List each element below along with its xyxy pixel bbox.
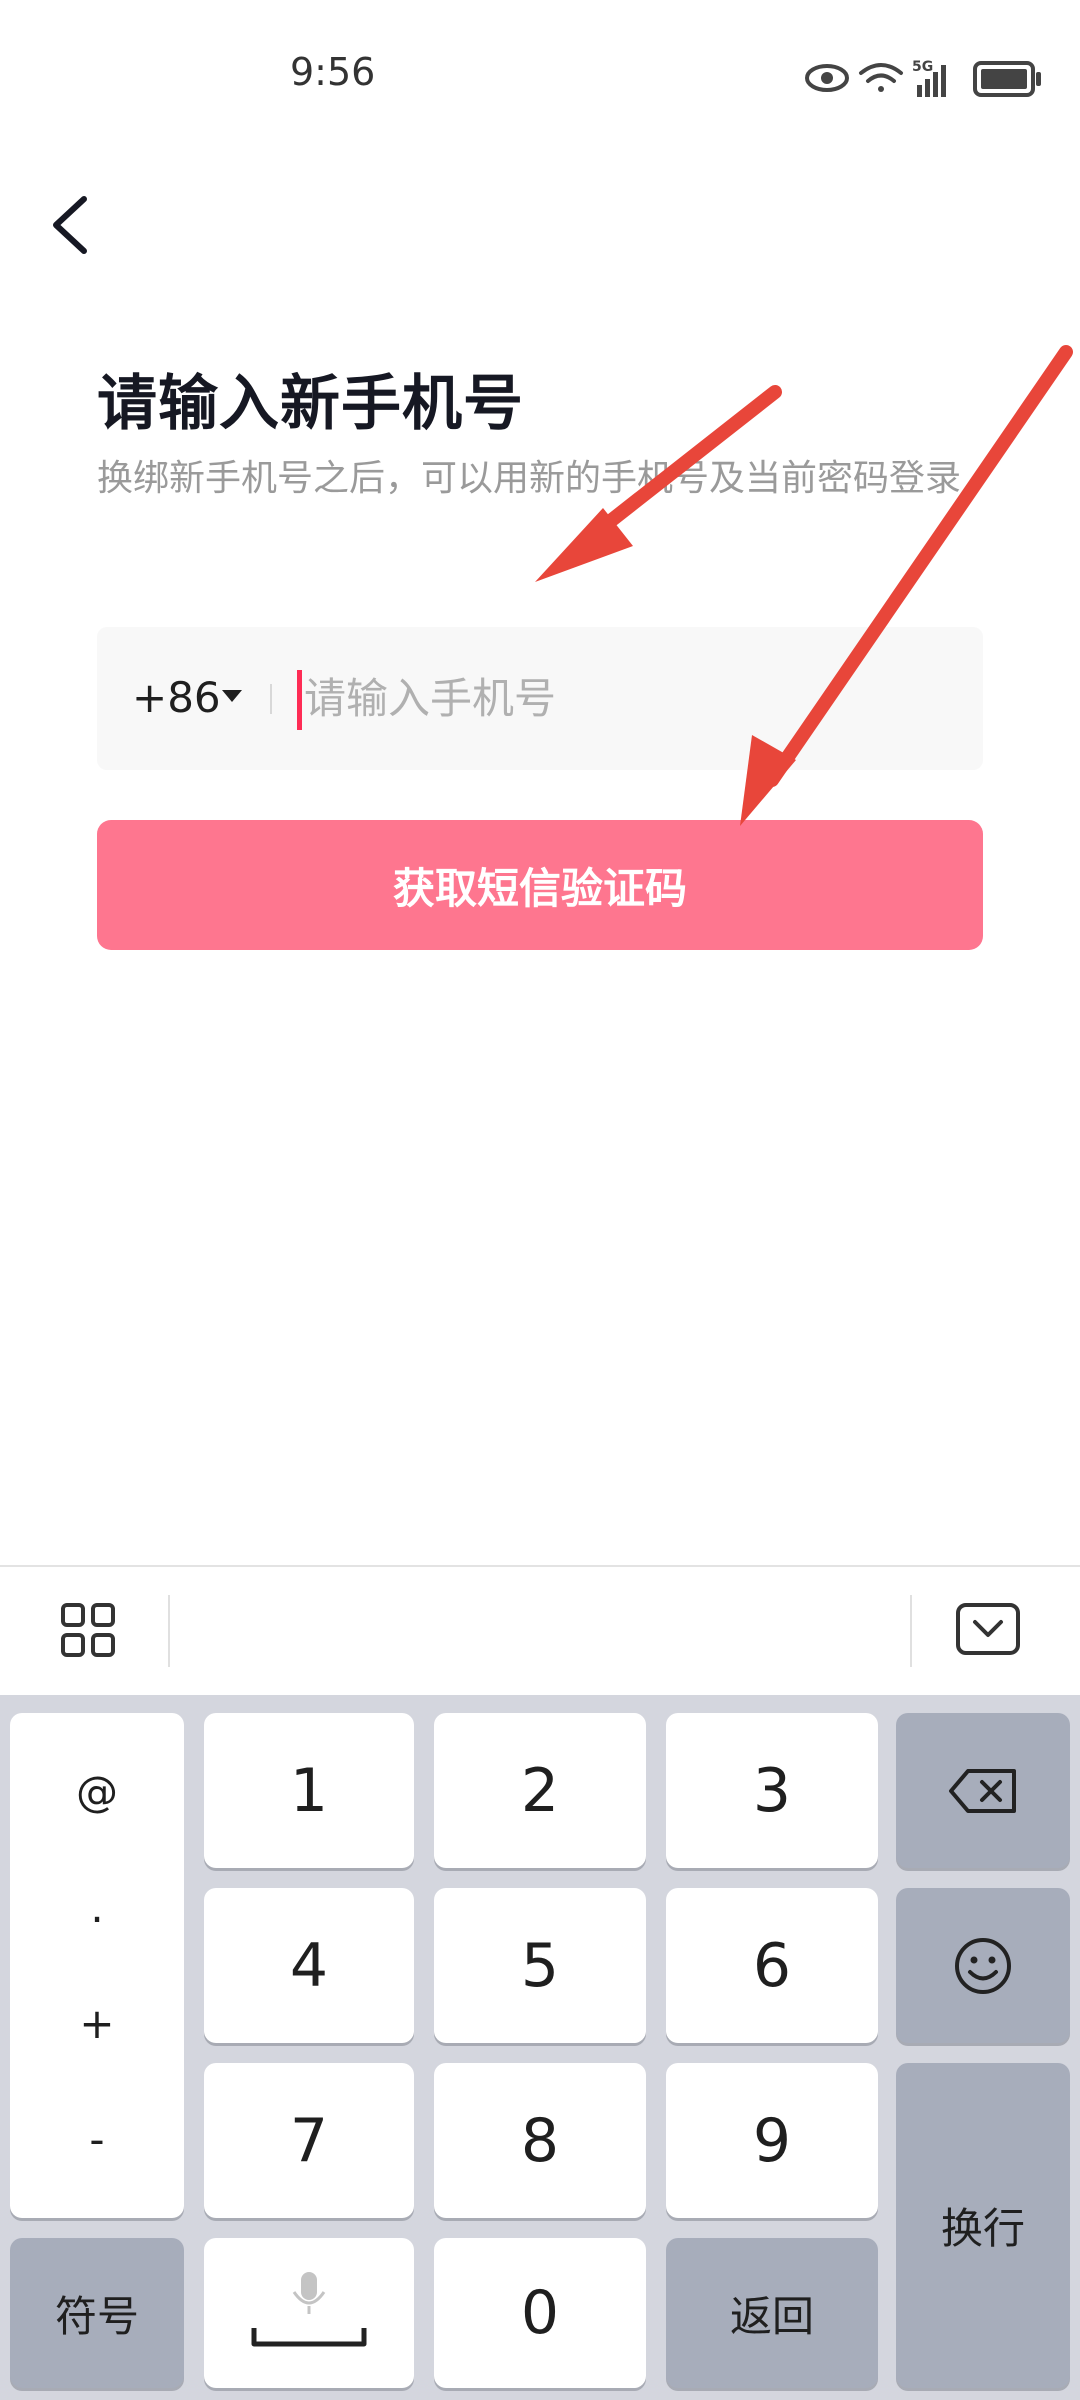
key-plus[interactable]: + <box>79 1999 114 2048</box>
battery-icon <box>973 61 1041 97</box>
eye-icon <box>805 64 849 92</box>
key-at[interactable]: @ <box>76 1767 118 1816</box>
annotation-arrow-icon <box>740 345 1073 826</box>
emoji-key[interactable] <box>896 1888 1070 2043</box>
annotation-arrow-icon <box>535 385 782 582</box>
newline-key[interactable]: 换行 <box>896 2063 1070 2388</box>
key-5[interactable]: 5 <box>434 1888 646 2043</box>
keyboard-toolbar <box>0 1565 1080 1697</box>
key-6[interactable]: 6 <box>666 1888 878 2043</box>
key-4[interactable]: 4 <box>204 1888 414 2043</box>
apps-grid-icon[interactable] <box>60 1602 116 1658</box>
toolbar-divider <box>168 1595 170 1667</box>
key-8[interactable]: 8 <box>434 2063 646 2218</box>
key-3[interactable]: 3 <box>666 1713 878 1868</box>
key-minus[interactable]: - <box>89 2115 104 2164</box>
key-9[interactable]: 9 <box>666 2063 878 2218</box>
key-1[interactable]: 1 <box>204 1713 414 1868</box>
toolbar-divider <box>910 1595 912 1667</box>
key-0[interactable]: 0 <box>434 2238 646 2388</box>
backspace-icon <box>949 1768 1016 1813</box>
svg-text:5G: 5G <box>912 59 933 75</box>
status-time: 9:56 <box>290 50 376 94</box>
status-icons: 5G <box>805 59 1041 97</box>
backspace-key[interactable] <box>896 1713 1070 1868</box>
hide-keyboard-icon[interactable] <box>955 1602 1021 1658</box>
key-2[interactable]: 2 <box>434 1713 646 1868</box>
space-voice-key[interactable] <box>204 2238 414 2388</box>
numeric-keyboard: @ . + - 1 2 3 4 5 6 7 8 9 换行 符号 0 返回 <box>0 1695 1080 2400</box>
wifi-icon <box>859 63 903 92</box>
key-dot[interactable]: . <box>90 1883 103 1932</box>
key-7[interactable]: 7 <box>204 2063 414 2218</box>
back-arrow-icon[interactable] <box>40 185 110 265</box>
symbol-column-key[interactable]: @ . + - <box>10 1713 184 2218</box>
back-key[interactable]: 返回 <box>666 2238 878 2388</box>
annotation-arrows <box>535 345 1073 826</box>
emoji-icon <box>955 1937 1011 1994</box>
symbols-key[interactable]: 符号 <box>10 2238 184 2388</box>
signal-icon: 5G <box>912 59 946 97</box>
microphone-space-icon <box>251 2272 367 2347</box>
